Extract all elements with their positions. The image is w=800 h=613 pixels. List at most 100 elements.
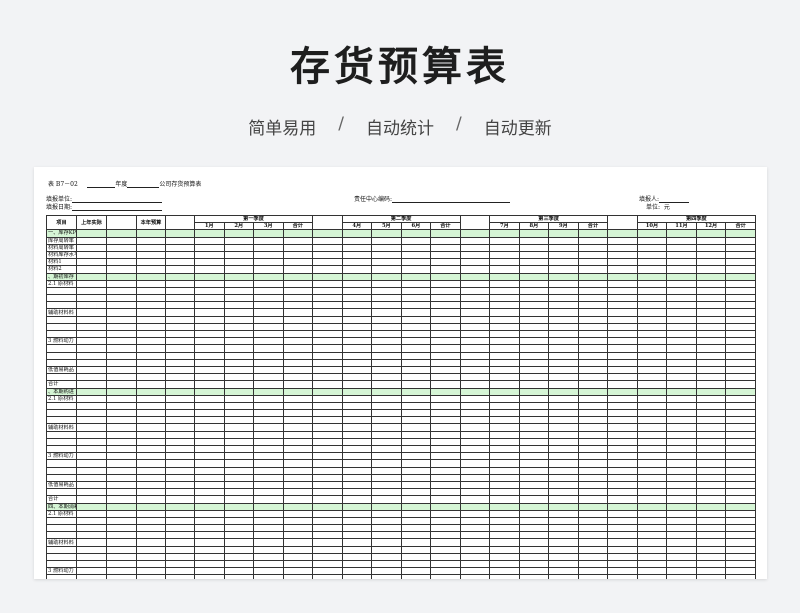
- table-cell[interactable]: [636, 365, 668, 375]
- table-cell[interactable]: [459, 272, 491, 281]
- table-cell[interactable]: [548, 358, 579, 367]
- table-cell[interactable]: [194, 365, 225, 375]
- table-cell[interactable]: [636, 258, 668, 267]
- table-cell[interactable]: [695, 516, 727, 526]
- table-cell[interactable]: [548, 473, 579, 482]
- table-cell[interactable]: [341, 344, 373, 353]
- table-cell[interactable]: [371, 437, 402, 447]
- table-cell[interactable]: [282, 337, 314, 346]
- table-cell[interactable]: [400, 272, 432, 281]
- table-cell[interactable]: [636, 301, 668, 310]
- row-label[interactable]: [46, 301, 77, 310]
- table-cell[interactable]: [371, 459, 402, 468]
- table-cell[interactable]: [459, 452, 491, 461]
- table-cell[interactable]: [518, 574, 550, 579]
- table-cell[interactable]: [371, 538, 402, 547]
- table-cell[interactable]: [400, 250, 432, 260]
- table-cell[interactable]: [666, 538, 697, 547]
- row-label[interactable]: 一、库存KPI总指标: [46, 229, 77, 238]
- table-cell[interactable]: [607, 229, 638, 238]
- table-cell[interactable]: [548, 380, 579, 389]
- table-cell[interactable]: [312, 301, 343, 310]
- table-cell[interactable]: [607, 495, 638, 504]
- table-cell[interactable]: [725, 574, 756, 579]
- table-cell[interactable]: [312, 387, 343, 396]
- table-cell[interactable]: [518, 329, 550, 339]
- table-cell[interactable]: [430, 337, 461, 346]
- table-cell[interactable]: [636, 409, 668, 418]
- table-cell[interactable]: [430, 409, 461, 418]
- table-cell[interactable]: [253, 337, 284, 346]
- table-cell[interactable]: [312, 466, 343, 475]
- table-cell[interactable]: [400, 401, 432, 411]
- table-cell[interactable]: [695, 452, 727, 461]
- table-cell[interactable]: [459, 250, 491, 260]
- table-cell[interactable]: [106, 329, 137, 339]
- table-cell[interactable]: [548, 567, 579, 576]
- table-cell[interactable]: [136, 574, 166, 579]
- table-cell[interactable]: [165, 394, 195, 403]
- table-cell[interactable]: [430, 466, 461, 475]
- row-label[interactable]: 库存周转率: [46, 236, 77, 245]
- table-cell[interactable]: [223, 279, 255, 288]
- table-cell[interactable]: [312, 358, 343, 367]
- table-cell[interactable]: [371, 473, 402, 482]
- table-cell[interactable]: [371, 236, 402, 245]
- table-cell[interactable]: [136, 409, 166, 418]
- table-cell[interactable]: [341, 567, 373, 576]
- table-cell[interactable]: [459, 265, 491, 274]
- table-cell[interactable]: [725, 524, 756, 533]
- table-cell[interactable]: [636, 567, 668, 576]
- table-cell[interactable]: [341, 373, 373, 382]
- table-cell[interactable]: [371, 250, 402, 260]
- table-cell[interactable]: [577, 373, 609, 382]
- table-cell[interactable]: [136, 250, 166, 260]
- table-cell[interactable]: [666, 509, 697, 518]
- table-cell[interactable]: [400, 495, 432, 504]
- table-cell[interactable]: [165, 409, 195, 418]
- table-cell[interactable]: [253, 452, 284, 461]
- table-cell[interactable]: [400, 322, 432, 332]
- table-cell[interactable]: [194, 437, 225, 447]
- table-cell[interactable]: [106, 236, 137, 245]
- table-cell[interactable]: [194, 531, 225, 540]
- table-cell[interactable]: [400, 394, 432, 403]
- table-cell[interactable]: [194, 401, 225, 411]
- row-label[interactable]: 辅助材料料: [46, 308, 77, 317]
- table-cell[interactable]: [136, 531, 166, 540]
- table-cell[interactable]: [136, 567, 166, 576]
- table-cell[interactable]: [607, 401, 638, 411]
- table-cell[interactable]: [695, 380, 727, 389]
- table-cell[interactable]: [165, 286, 195, 296]
- table-cell[interactable]: [518, 229, 550, 238]
- table-cell[interactable]: [400, 243, 432, 252]
- table-cell[interactable]: [136, 272, 166, 281]
- table-cell[interactable]: [636, 502, 668, 511]
- table-cell[interactable]: [430, 315, 461, 324]
- table-cell[interactable]: [459, 459, 491, 468]
- table-cell[interactable]: [636, 401, 668, 411]
- table-cell[interactable]: [400, 329, 432, 339]
- table-cell[interactable]: [607, 387, 638, 396]
- table-cell[interactable]: [371, 229, 402, 238]
- table-cell[interactable]: [607, 516, 638, 526]
- table-cell[interactable]: [518, 509, 550, 518]
- table-cell[interactable]: [165, 574, 195, 579]
- table-cell[interactable]: [165, 365, 195, 375]
- table-cell[interactable]: [725, 258, 756, 267]
- table-cell[interactable]: [312, 437, 343, 447]
- table-cell[interactable]: [223, 373, 255, 382]
- table-cell[interactable]: [223, 430, 255, 439]
- table-cell[interactable]: [136, 229, 166, 238]
- table-cell[interactable]: [666, 337, 697, 346]
- table-cell[interactable]: [577, 265, 609, 274]
- table-cell[interactable]: [341, 279, 373, 288]
- table-cell[interactable]: [165, 459, 195, 468]
- table-cell[interactable]: [695, 538, 727, 547]
- table-cell[interactable]: [607, 567, 638, 576]
- table-cell[interactable]: [165, 337, 195, 346]
- table-cell[interactable]: [695, 444, 727, 454]
- table-cell[interactable]: [282, 322, 314, 332]
- table-cell[interactable]: [253, 574, 284, 579]
- table-cell[interactable]: [489, 301, 520, 310]
